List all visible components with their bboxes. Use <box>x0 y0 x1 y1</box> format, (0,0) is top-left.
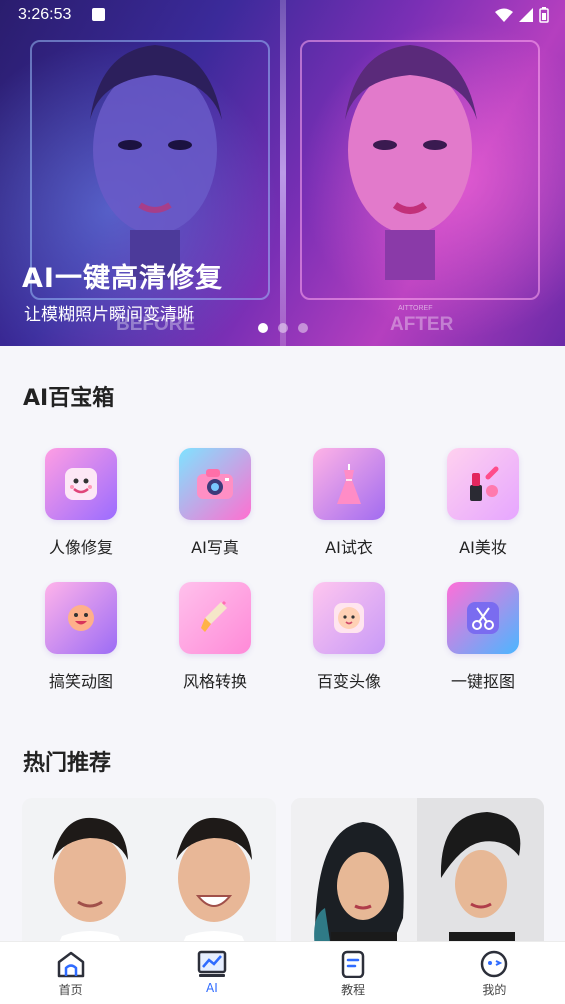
recommended-card-2[interactable] <box>291 798 544 958</box>
nav-home[interactable]: 首页 <box>0 942 141 1004</box>
nav-tutorial-label: 教程 <box>341 983 366 997</box>
before-after-divider <box>280 0 286 346</box>
tool-style-transfer[interactable]: 风格转换 <box>148 582 282 692</box>
tool-ai-portrait[interactable]: AI写真 <box>148 448 282 558</box>
tool-ai-makeup[interactable]: AI美妆 <box>416 448 550 558</box>
signal-icon <box>519 8 533 22</box>
after-face-image <box>345 45 477 280</box>
tool-ai-tryon[interactable]: AI试衣 <box>282 448 416 558</box>
makeup-icon <box>447 448 519 520</box>
profile-icon <box>481 950 508 978</box>
toolbox-title: AI百宝箱 <box>23 386 115 411</box>
nav-ai-label: AI <box>206 981 218 995</box>
bottom-navigation: 首页 AI 教程 我的 <box>0 941 565 1004</box>
status-icons <box>495 7 549 23</box>
tool-label: 人像修复 <box>48 538 113 557</box>
tool-label: 百变头像 <box>316 672 381 691</box>
carousel-dot-3[interactable] <box>298 323 308 333</box>
tool-label: AI写真 <box>191 538 239 557</box>
face-repair-icon <box>45 448 117 520</box>
tool-label: AI试衣 <box>325 538 373 557</box>
dress-icon <box>313 448 385 520</box>
recommended-title: 热门推荐 <box>23 751 112 776</box>
tool-label: 搞笑动图 <box>48 672 113 691</box>
after-small-label: AITTOREF <box>398 305 433 312</box>
boy-smile-image <box>52 817 252 958</box>
scissors-icon <box>447 582 519 654</box>
tool-label: AI美妆 <box>459 538 507 557</box>
battery-icon <box>539 7 549 23</box>
carousel-dot-2[interactable] <box>278 323 288 333</box>
brush-icon <box>179 582 251 654</box>
ai-chart-icon <box>197 950 227 977</box>
tool-portrait-repair[interactable]: 人像修复 <box>14 448 148 558</box>
tool-funny-gif[interactable]: 搞笑动图 <box>14 582 148 692</box>
status-time: 3:26:53 <box>18 6 72 23</box>
notification-icon <box>92 8 105 21</box>
baby-avatar-icon <box>313 582 385 654</box>
app-screen: 3:26:53 AI一键高清修复 让模糊照片瞬间变清晰 BEFORE AITTO… <box>0 0 565 1004</box>
hairstyle-image <box>291 798 544 958</box>
tool-cutout[interactable]: 一键抠图 <box>416 582 550 692</box>
nav-ai[interactable]: AI <box>141 942 282 1004</box>
home-icon <box>57 951 84 978</box>
after-label: AFTER <box>390 314 454 335</box>
wifi-icon <box>495 8 513 22</box>
hero-banner[interactable]: 3:26:53 AI一键高清修复 让模糊照片瞬间变清晰 BEFORE AITTO… <box>0 0 565 346</box>
tool-label: 风格转换 <box>182 672 247 691</box>
toolbox-grid: 人像修复 AI写真 AI试衣 AI美妆 搞笑动图 风格转换 百变头像 一键抠图 <box>14 448 551 692</box>
carousel-indicator[interactable] <box>258 323 308 333</box>
nav-profile[interactable]: 我的 <box>424 942 565 1004</box>
nav-tutorial[interactable]: 教程 <box>283 942 424 1004</box>
before-label: BEFORE <box>116 314 196 335</box>
carousel-dot-1[interactable] <box>258 323 268 333</box>
status-bar: 3:26:53 <box>0 0 565 32</box>
nav-home-label: 首页 <box>58 983 83 997</box>
tool-label: 一键抠图 <box>450 672 515 691</box>
camera-icon <box>179 448 251 520</box>
before-face-image <box>90 45 222 280</box>
nav-profile-label: 我的 <box>482 983 507 997</box>
tutorial-icon <box>341 950 365 978</box>
banner-title: AI一键高清修复 <box>22 263 223 294</box>
tool-avatar[interactable]: 百变头像 <box>282 582 416 692</box>
emoji-icon <box>45 582 117 654</box>
recommended-card-1[interactable] <box>22 798 276 958</box>
